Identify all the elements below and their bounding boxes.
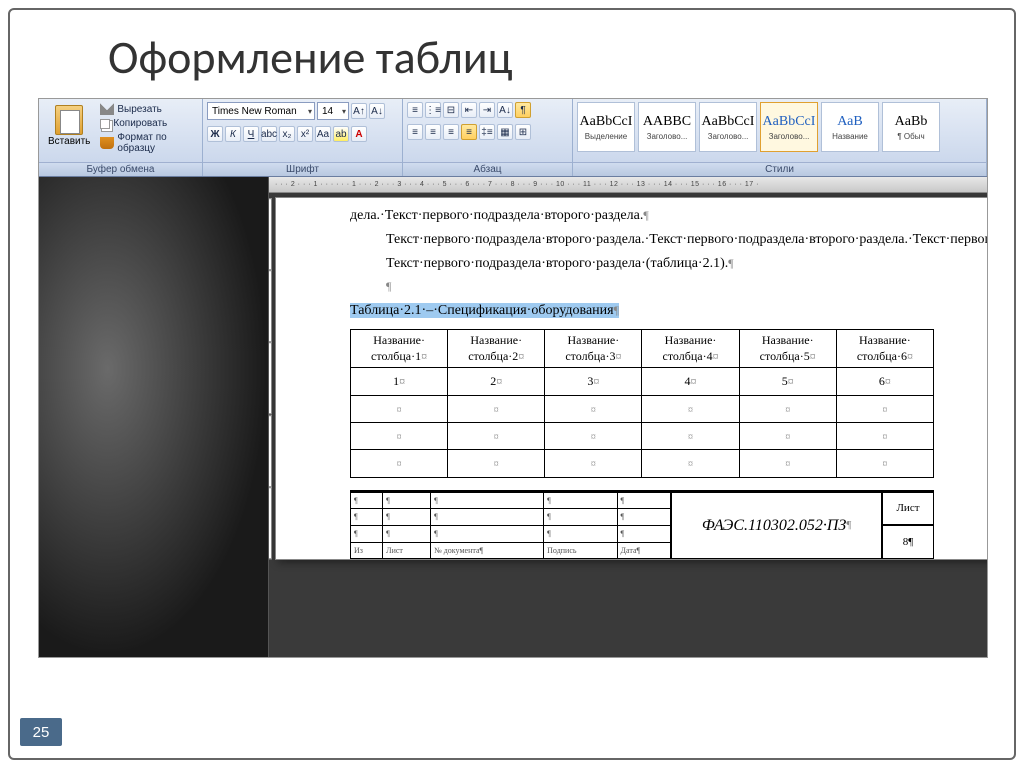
sheet-number: 8¶ xyxy=(882,525,934,559)
stamp-col: Лист xyxy=(383,542,431,559)
bold-button[interactable]: Ж xyxy=(207,126,223,142)
column-number[interactable]: 6¤ xyxy=(836,368,933,395)
document-page[interactable]: Подп. и дата¶Инв. № дубл.¶Взам. инв. №¶П… xyxy=(275,197,987,560)
grow-font-button[interactable]: A↑ xyxy=(351,103,367,119)
font-group-label: Шрифт xyxy=(203,162,402,176)
sheet-label: Лист xyxy=(882,492,934,526)
column-number[interactable]: 5¤ xyxy=(739,368,836,395)
strike-button[interactable]: abc xyxy=(261,126,277,142)
shrink-font-button[interactable]: A↓ xyxy=(369,103,385,119)
stamp-col: № документа¶ xyxy=(431,542,544,559)
align-center-button[interactable]: ≡ xyxy=(425,124,441,140)
align-left-button[interactable]: ≡ xyxy=(407,124,423,140)
title-block: ¶¶¶¶¶ ¶¶¶¶¶ ¶¶¶¶¶ ИзЛист№ документа¶Подп… xyxy=(350,490,934,559)
paragraph-group-label: Абзац xyxy=(403,162,572,176)
table-caption[interactable]: Таблица·2.1·–·Спецификация·оборудования xyxy=(350,303,619,318)
page-scroll[interactable]: Подп. и дата¶Инв. № дубл.¶Взам. инв. №¶П… xyxy=(269,193,987,657)
highlight-button[interactable]: ab xyxy=(333,126,349,142)
style-5[interactable]: AaBb¶ Обыч xyxy=(882,102,940,152)
column-number[interactable]: 1¤ xyxy=(351,368,448,395)
clipboard-group-label: Буфер обмена xyxy=(39,162,202,176)
scissors-icon xyxy=(100,103,114,115)
underline-button[interactable]: Ч xyxy=(243,126,259,142)
navigation-pane[interactable] xyxy=(39,177,269,657)
justify-button[interactable]: ≡ xyxy=(461,124,477,140)
paragraph-3[interactable]: Текст·первого·подраздела·второго·раздела… xyxy=(350,252,934,276)
side-stamp: Взам. инв. №¶ xyxy=(269,342,272,414)
cut-button[interactable]: Вырезать xyxy=(98,102,198,116)
change-case-button[interactable]: Aa xyxy=(315,126,331,142)
side-stamp: Инв. № подп¶ xyxy=(269,487,272,559)
column-header[interactable]: Название·столбца·5¤ xyxy=(739,329,836,367)
copy-label: Копировать xyxy=(113,118,167,129)
style-4[interactable]: АаВНазвание xyxy=(821,102,879,152)
brush-icon xyxy=(100,137,114,149)
column-header[interactable]: Название·столбца·4¤ xyxy=(642,329,739,367)
font-size-combo[interactable]: 14 xyxy=(317,102,349,120)
font-color-button[interactable]: A xyxy=(351,126,367,142)
column-header[interactable]: Название·столбца·6¤ xyxy=(836,329,933,367)
document-code: ФАЭС.110302.052·ПЗ¶ xyxy=(671,492,882,559)
stamp-col: Подпись xyxy=(544,542,617,559)
paste-button[interactable]: Вставить xyxy=(43,102,95,150)
paste-icon xyxy=(55,105,83,135)
font-name-combo[interactable]: Times New Roman xyxy=(207,102,315,120)
bullets-button[interactable]: ≡ xyxy=(407,102,423,118)
style-3[interactable]: AaBbCcIЗаголово... xyxy=(760,102,818,152)
slide-number: 25 xyxy=(20,718,62,746)
italic-button[interactable]: К xyxy=(225,126,241,142)
column-number[interactable]: 3¤ xyxy=(545,368,642,395)
pilcrow-button[interactable]: ¶ xyxy=(515,102,531,118)
copy-button[interactable]: Копировать xyxy=(98,117,198,130)
sort-button[interactable]: A↓ xyxy=(497,102,513,118)
side-stamp: Инв. № дубл.¶ xyxy=(269,270,272,342)
side-stamp: Подп. и дата¶ xyxy=(269,415,272,487)
column-number[interactable]: 2¤ xyxy=(448,368,545,395)
side-stamp: Подп. и дата¶ xyxy=(269,198,272,270)
style-2[interactable]: AaBbCcIЗаголово... xyxy=(699,102,757,152)
column-header[interactable]: Название·столбца·2¤ xyxy=(448,329,545,367)
spec-table[interactable]: Название·столбца·1¤Название·столбца·2¤На… xyxy=(350,329,934,478)
line-spacing-button[interactable]: ‡≡ xyxy=(479,124,495,140)
column-header[interactable]: Название·столбца·3¤ xyxy=(545,329,642,367)
format-painter-button[interactable]: Формат по образцу xyxy=(98,131,198,155)
paragraph-1[interactable]: дела.·Текст·первого·подраздела·второго·р… xyxy=(350,204,934,228)
multilevel-button[interactable]: ⊟ xyxy=(443,102,459,118)
stamp-col: Из xyxy=(351,542,383,559)
borders-button[interactable]: ⊞ xyxy=(515,124,531,140)
indent-button[interactable]: ⇥ xyxy=(479,102,495,118)
format-label: Формат по образцу xyxy=(117,132,196,154)
cut-label: Вырезать xyxy=(117,104,161,115)
outdent-button[interactable]: ⇤ xyxy=(461,102,477,118)
word-window: Вставить Вырезать Копировать Формат по о… xyxy=(38,98,988,658)
superscript-button[interactable]: x² xyxy=(297,126,313,142)
style-1[interactable]: AABBCЗаголово... xyxy=(638,102,696,152)
paste-label: Вставить xyxy=(48,136,90,147)
styles-group-label: Стили xyxy=(573,162,986,176)
numbering-button[interactable]: ⋮≡ xyxy=(425,102,441,118)
horizontal-ruler[interactable]: · · · 2 · · · 1 · · · · · · 1 · · · 2 · … xyxy=(269,177,987,193)
column-header[interactable]: Название·столбца·1¤ xyxy=(351,329,448,367)
shading-button[interactable]: ▦ xyxy=(497,124,513,140)
ribbon: Вставить Вырезать Копировать Формат по о… xyxy=(39,99,987,177)
style-0[interactable]: AaBbCcIВыделение xyxy=(577,102,635,152)
subscript-button[interactable]: x₂ xyxy=(279,126,295,142)
align-right-button[interactable]: ≡ xyxy=(443,124,459,140)
paragraph-empty[interactable] xyxy=(350,275,934,299)
stamp-col: Дата¶ xyxy=(617,542,671,559)
paragraph-2[interactable]: Текст·первого·подраздела·второго·раздела… xyxy=(350,228,934,252)
slide-title: Оформление таблиц xyxy=(10,10,1014,98)
column-number[interactable]: 4¤ xyxy=(642,368,739,395)
copy-icon xyxy=(100,119,110,129)
